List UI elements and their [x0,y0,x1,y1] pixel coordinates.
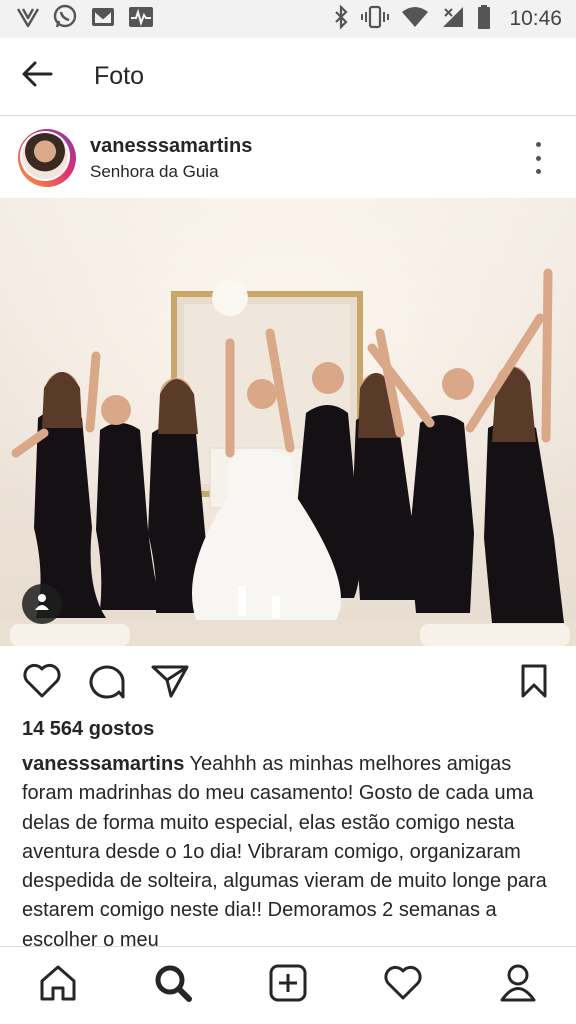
caption-username[interactable]: vanesssamartins [22,753,184,775]
avatar[interactable] [18,129,76,187]
profile-icon [498,963,538,1008]
likes-count[interactable]: 14 564 gostos [22,718,154,741]
comment-icon [86,662,126,705]
home-icon [38,963,78,1008]
app-bar: Foto [0,38,576,116]
gmail-icon [90,6,116,33]
activity-icon [128,6,154,33]
post-photo-illustration [0,198,576,646]
notification-icons [16,4,154,35]
like-button[interactable] [20,660,64,706]
whatsapp-icon [52,4,78,35]
caption-text: Yeahhh as minhas melhores amigas foram m… [22,753,547,946]
nav-profile-button[interactable] [488,956,548,1016]
avatar-frame [20,131,70,181]
post-location[interactable]: Senhora da Guia [90,162,252,182]
nav-new-post-button[interactable] [258,956,318,1016]
back-button[interactable] [0,38,76,116]
share-button[interactable] [148,660,192,706]
no-signal-icon [441,5,465,34]
post-actions [0,660,576,706]
vivo-icon [16,6,40,33]
post-meta: vanesssamartins Senhora da Guia [90,135,252,182]
wifi-icon [401,6,429,33]
bottom-nav [0,946,576,1024]
post-caption: vanesssamartins Yeahhh as minhas melhore… [22,750,554,946]
new-post-icon [268,963,308,1008]
save-button[interactable] [512,660,556,706]
comment-button[interactable] [84,660,128,706]
battery-icon [477,4,491,34]
heart-icon [22,663,62,704]
post-username[interactable]: vanesssamartins [90,135,252,158]
nav-search-button[interactable] [143,956,203,1016]
user-tag-button[interactable] [22,584,62,624]
send-icon [150,663,190,704]
nav-home-button[interactable] [28,956,88,1016]
nav-activity-button[interactable] [373,956,433,1016]
arrow-back-icon [21,60,53,93]
bluetooth-icon [333,3,349,34]
vibrate-icon [361,5,390,34]
more-dot-icon [535,155,541,161]
avatar-image [22,133,68,179]
more-dot-icon [535,142,541,147]
more-dot-icon [535,169,541,174]
system-icons: 10:46 [333,3,562,34]
activity-heart-icon [383,965,423,1006]
page-title: Foto [94,62,145,90]
search-icon [153,963,193,1008]
clock-time: 10:46 [509,7,562,30]
post-header: vanesssamartins Senhora da Guia [0,118,576,198]
post-photo[interactable] [0,198,576,646]
more-options-button[interactable] [528,142,548,174]
person-icon [34,593,50,616]
status-bar: 10:46 [0,0,576,38]
bookmark-icon [520,663,548,704]
